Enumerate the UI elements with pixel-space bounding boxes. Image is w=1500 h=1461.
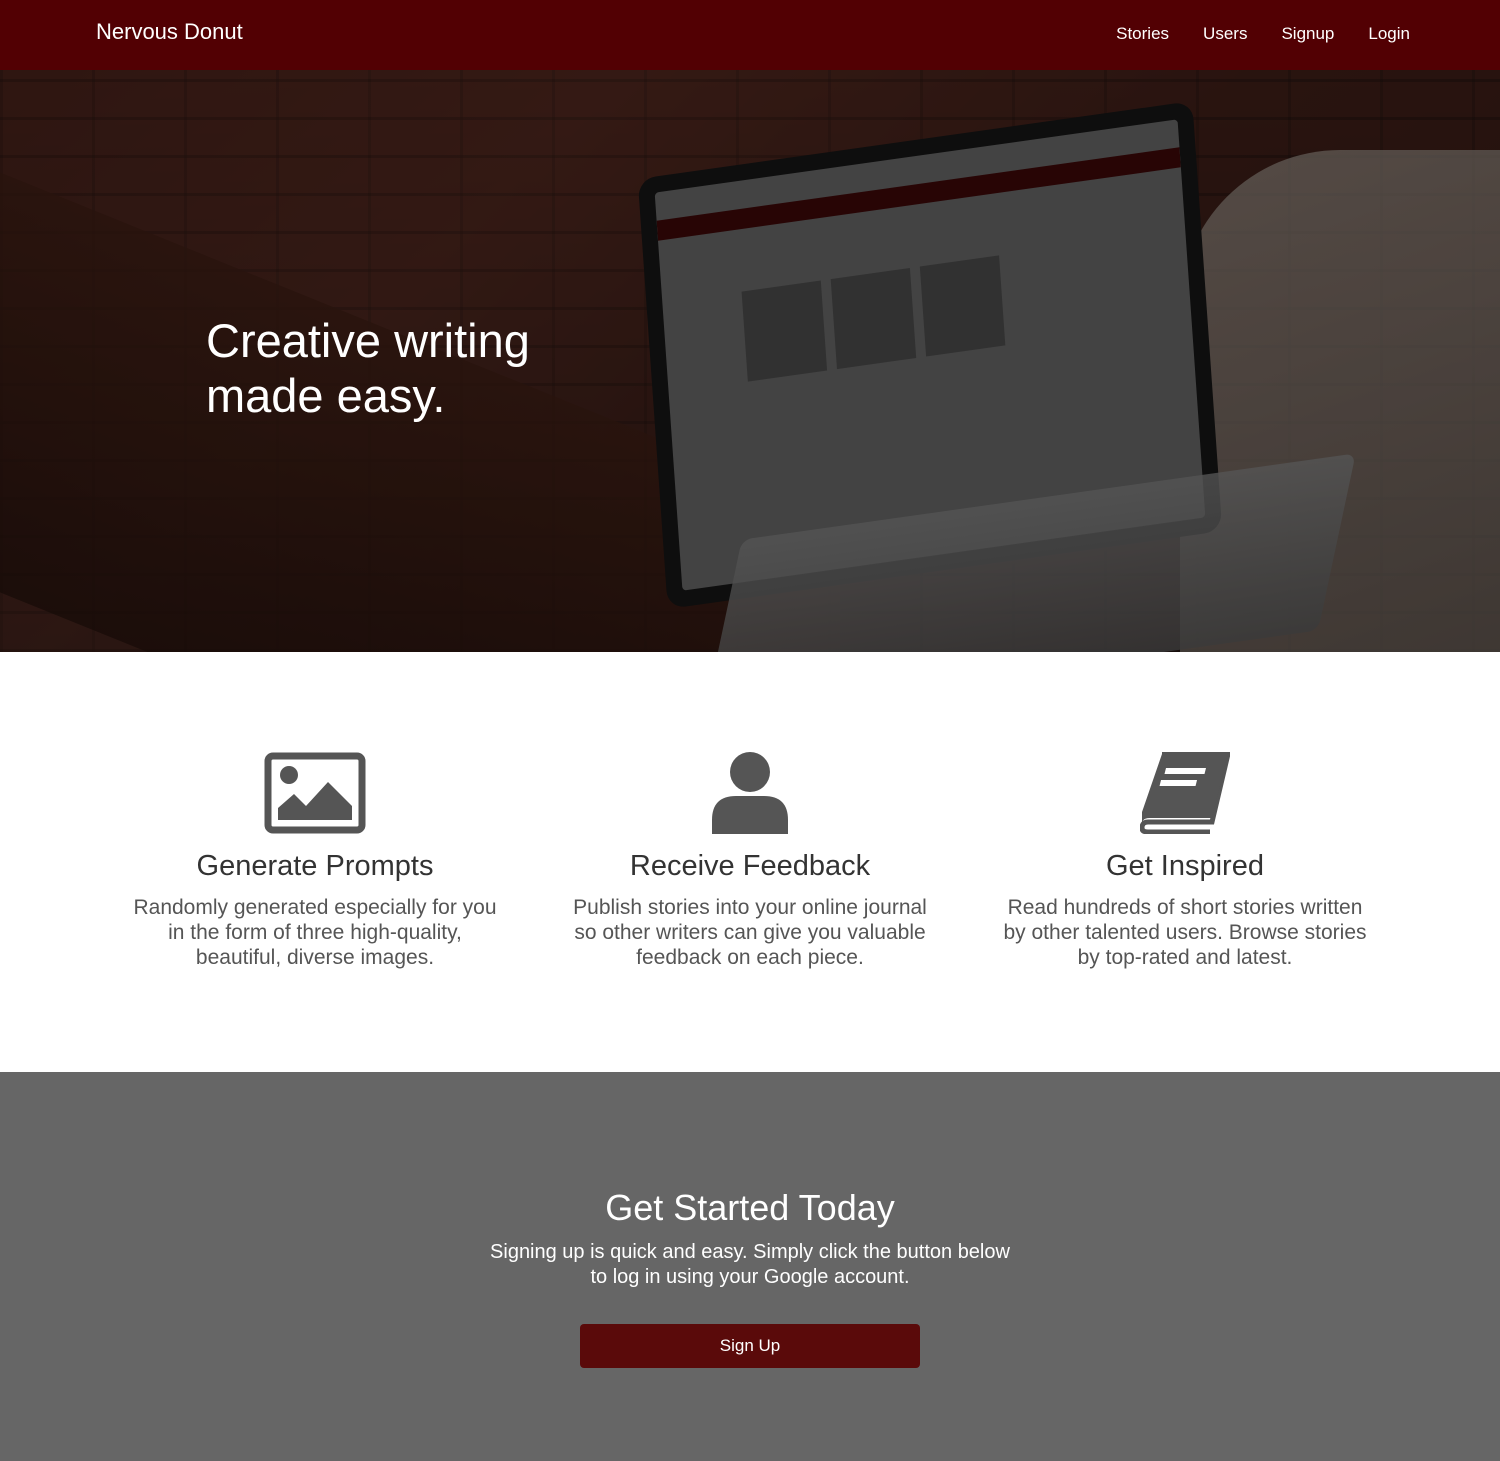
feature-title: Generate Prompts [196, 850, 434, 882]
feature-get-inspired: Get Inspired Read hundreds of short stor… [995, 752, 1375, 970]
brand-link[interactable]: Nervous Donut [96, 19, 243, 45]
image-icon [264, 752, 366, 834]
get-started-section: Get Started Today Signing up is quick an… [0, 1072, 1500, 1461]
cta-title: Get Started Today [605, 1187, 895, 1228]
nav-link-login[interactable]: Login [1368, 24, 1410, 44]
features-section: Generate Prompts Randomly generated espe… [0, 652, 1500, 1072]
feature-receive-feedback: Receive Feedback Publish stories into yo… [560, 752, 940, 970]
feature-generate-prompts: Generate Prompts Randomly generated espe… [125, 752, 505, 970]
nav-link-users[interactable]: Users [1203, 24, 1247, 44]
nav-link-signup[interactable]: Signup [1281, 24, 1334, 44]
feature-title: Get Inspired [1106, 850, 1264, 882]
cta-text: Signing up is quick and easy. Simply cli… [490, 1241, 1010, 1288]
hero-banner: Creative writing made easy. [0, 70, 1500, 652]
feature-text: Randomly generated especially for you in… [133, 896, 497, 969]
feature-text: Read hundreds of short stories written b… [1003, 896, 1367, 969]
nav-link-stories[interactable]: Stories [1116, 24, 1169, 44]
sign-up-button[interactable]: Sign Up [580, 1324, 920, 1368]
book-icon [1140, 752, 1230, 834]
feature-title: Receive Feedback [629, 850, 871, 882]
hero-title: Creative writing made easy. [206, 314, 530, 422]
nav-links: Stories Users Signup Login [1116, 24, 1410, 44]
user-icon [712, 752, 788, 834]
feature-text: Publish stories into your online journal… [573, 896, 927, 969]
navbar: Nervous Donut Stories Users Signup Login [0, 0, 1500, 70]
